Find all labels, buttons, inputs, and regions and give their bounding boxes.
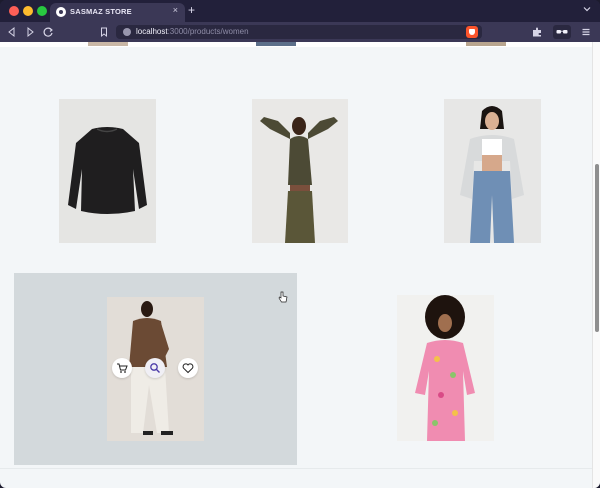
chevron-left-icon[interactable] [6,26,18,38]
heart-icon [182,363,194,374]
search-icon [150,363,160,373]
cart-icon [117,363,128,373]
chevron-right-icon[interactable] [24,26,36,38]
page-viewport [0,42,600,488]
close-window-button[interactable] [9,6,19,16]
tab-title: SASMAZ STORE [70,7,132,16]
product-image[interactable] [59,99,156,243]
scrollbar-thumb[interactable] [595,164,599,332]
white-jacket-illustration [460,106,524,243]
maximize-window-button[interactable] [37,6,47,16]
quick-view-button[interactable] [145,358,165,378]
product-image[interactable] [397,295,494,441]
wishlist-button[interactable] [178,358,198,378]
address-bar[interactable]: localhost:3000/products/women [116,25,482,39]
brave-shield-icon[interactable] [466,26,478,38]
olive-outfit-illustration [260,117,338,243]
browser-tab[interactable]: SASMAZ STORE × [50,3,185,22]
browser-window: SASMAZ STORE × + localhost:3000/products… [0,0,600,488]
glasses-icon [556,30,568,34]
tab-close-button[interactable]: × [173,6,178,15]
new-tab-button[interactable]: + [188,4,195,16]
url-path: :3000/products/women [167,27,249,36]
navigation-bar: localhost:3000/products/women [0,22,600,42]
product-image-edge [88,42,128,46]
black-sweater-illustration [68,127,147,214]
puzzle-icon[interactable] [531,26,543,38]
divider [0,468,592,469]
add-to-cart-button[interactable] [112,358,132,378]
scrollbar[interactable] [592,42,600,488]
profile-button[interactable] [553,25,571,39]
reload-icon[interactable] [42,26,54,38]
product-image[interactable] [252,99,348,243]
product-image-edge [466,42,506,46]
pink-dress-illustration [415,295,475,441]
product-image[interactable] [444,99,541,243]
site-info-icon[interactable] [123,28,131,36]
tab-search-chevron-icon[interactable] [583,5,591,13]
url-text[interactable]: localhost:3000/products/women [136,27,249,36]
bookmark-icon[interactable] [98,26,110,38]
menu-icon[interactable] [580,26,592,38]
previous-row-edge [0,42,592,47]
minimize-window-button[interactable] [23,6,33,16]
url-host: localhost [136,27,168,36]
hand-cursor-icon [278,291,288,303]
product-image-edge [256,42,296,46]
favicon-icon [56,7,66,17]
tab-bar: SASMAZ STORE × + [0,0,600,22]
